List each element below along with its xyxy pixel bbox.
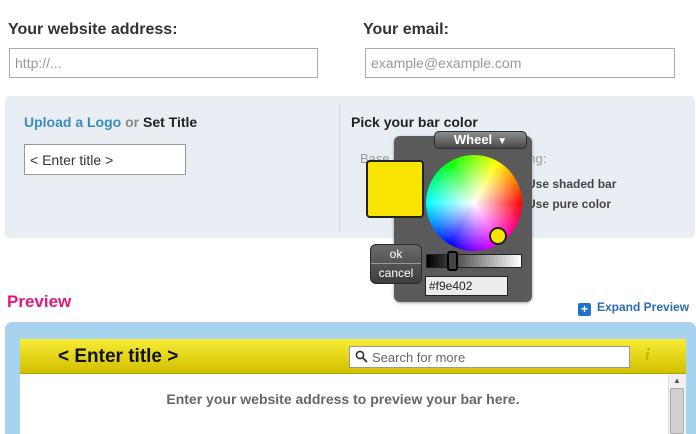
- panel-divider: [339, 104, 340, 232]
- color-wheel[interactable]: [426, 155, 522, 251]
- picker-mode-dropdown[interactable]: Wheel ▼: [434, 131, 527, 149]
- use-pure-color-option[interactable]: Use pure color: [527, 197, 611, 211]
- title-input[interactable]: [24, 144, 186, 175]
- chevron-down-icon: ▼: [497, 136, 508, 147]
- or-separator: or: [125, 114, 140, 130]
- preview-heading: Preview: [7, 292, 72, 311]
- ok-cancel-group: ok cancel: [370, 244, 422, 284]
- expand-preview-link[interactable]: + Expand Preview: [578, 300, 689, 316]
- brightness-slider[interactable]: [426, 254, 522, 268]
- pick-bar-color-label: Pick your bar color: [351, 114, 478, 130]
- website-address-input[interactable]: [9, 48, 318, 78]
- expand-preview-label: Expand Preview: [597, 300, 690, 314]
- plus-icon: +: [578, 303, 591, 316]
- email-input[interactable]: [365, 48, 675, 78]
- upload-logo-link[interactable]: Upload a Logo: [24, 114, 121, 130]
- picker-mode-label: Wheel: [453, 132, 493, 147]
- selected-color-swatch: [366, 160, 424, 218]
- use-shaded-bar-option[interactable]: Use shaded bar: [527, 177, 616, 191]
- brightness-slider-handle[interactable]: [447, 251, 459, 271]
- preview-message: Enter your website address to preview yo…: [166, 391, 520, 407]
- scroll-up-arrow-icon[interactable]: ▲: [673, 376, 681, 385]
- scrollbar-thumb[interactable]: [670, 388, 684, 434]
- website-address-label: Your website address:: [8, 21, 178, 38]
- toolbar-title: < Enter title >: [58, 346, 179, 367]
- set-title-label: Set Title: [143, 114, 198, 130]
- email-label: Your email:: [363, 21, 449, 38]
- color-wheel-handle[interactable]: [489, 227, 507, 245]
- ok-button[interactable]: ok: [371, 245, 421, 264]
- info-icon[interactable]: i: [645, 345, 650, 365]
- toolbar-search-input[interactable]: [372, 349, 622, 366]
- logo-title-row: Upload a Logo or Set Title: [24, 114, 197, 130]
- search-icon: [355, 350, 368, 363]
- hex-color-field[interactable]: #f9e402: [425, 276, 508, 296]
- cancel-button[interactable]: cancel: [371, 264, 421, 283]
